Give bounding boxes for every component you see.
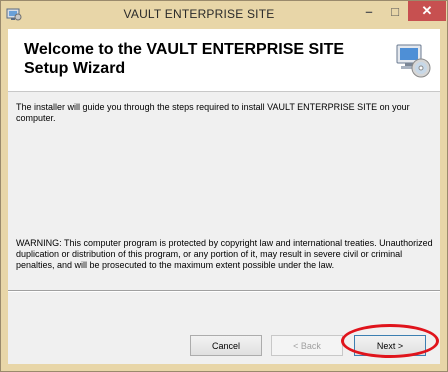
back-button[interactable]: < Back — [271, 335, 343, 356]
minimize-icon: – — [365, 3, 373, 19]
wizard-body: The installer will guide you through the… — [8, 92, 440, 290]
title-bar[interactable]: VAULT ENTERPRISE SITE – □ ✕ — [1, 1, 447, 28]
page-title: Welcome to the VAULT ENTERPRISE SITE Set… — [24, 41, 345, 77]
installer-app-icon — [6, 8, 22, 21]
maximize-icon: □ — [391, 3, 399, 19]
maximize-button[interactable]: □ — [382, 1, 408, 21]
next-button[interactable]: Next > — [354, 335, 426, 356]
installer-window: VAULT ENTERPRISE SITE – □ ✕ Welcome to t… — [0, 0, 448, 372]
close-button[interactable]: ✕ — [408, 1, 446, 21]
cancel-button[interactable]: Cancel — [190, 335, 262, 356]
intro-text: The installer will guide you through the… — [16, 102, 410, 123]
wizard-header: Welcome to the VAULT ENTERPRISE SITE Set… — [8, 29, 440, 92]
copyright-warning: WARNING: This computer program is protec… — [16, 238, 433, 270]
minimize-button[interactable]: – — [356, 1, 382, 21]
window-title: VAULT ENTERPRISE SITE — [123, 7, 275, 21]
wizard-footer: Cancel < Back Next > — [8, 292, 440, 364]
computer-cd-icon — [396, 44, 431, 78]
close-icon: ✕ — [421, 3, 433, 18]
